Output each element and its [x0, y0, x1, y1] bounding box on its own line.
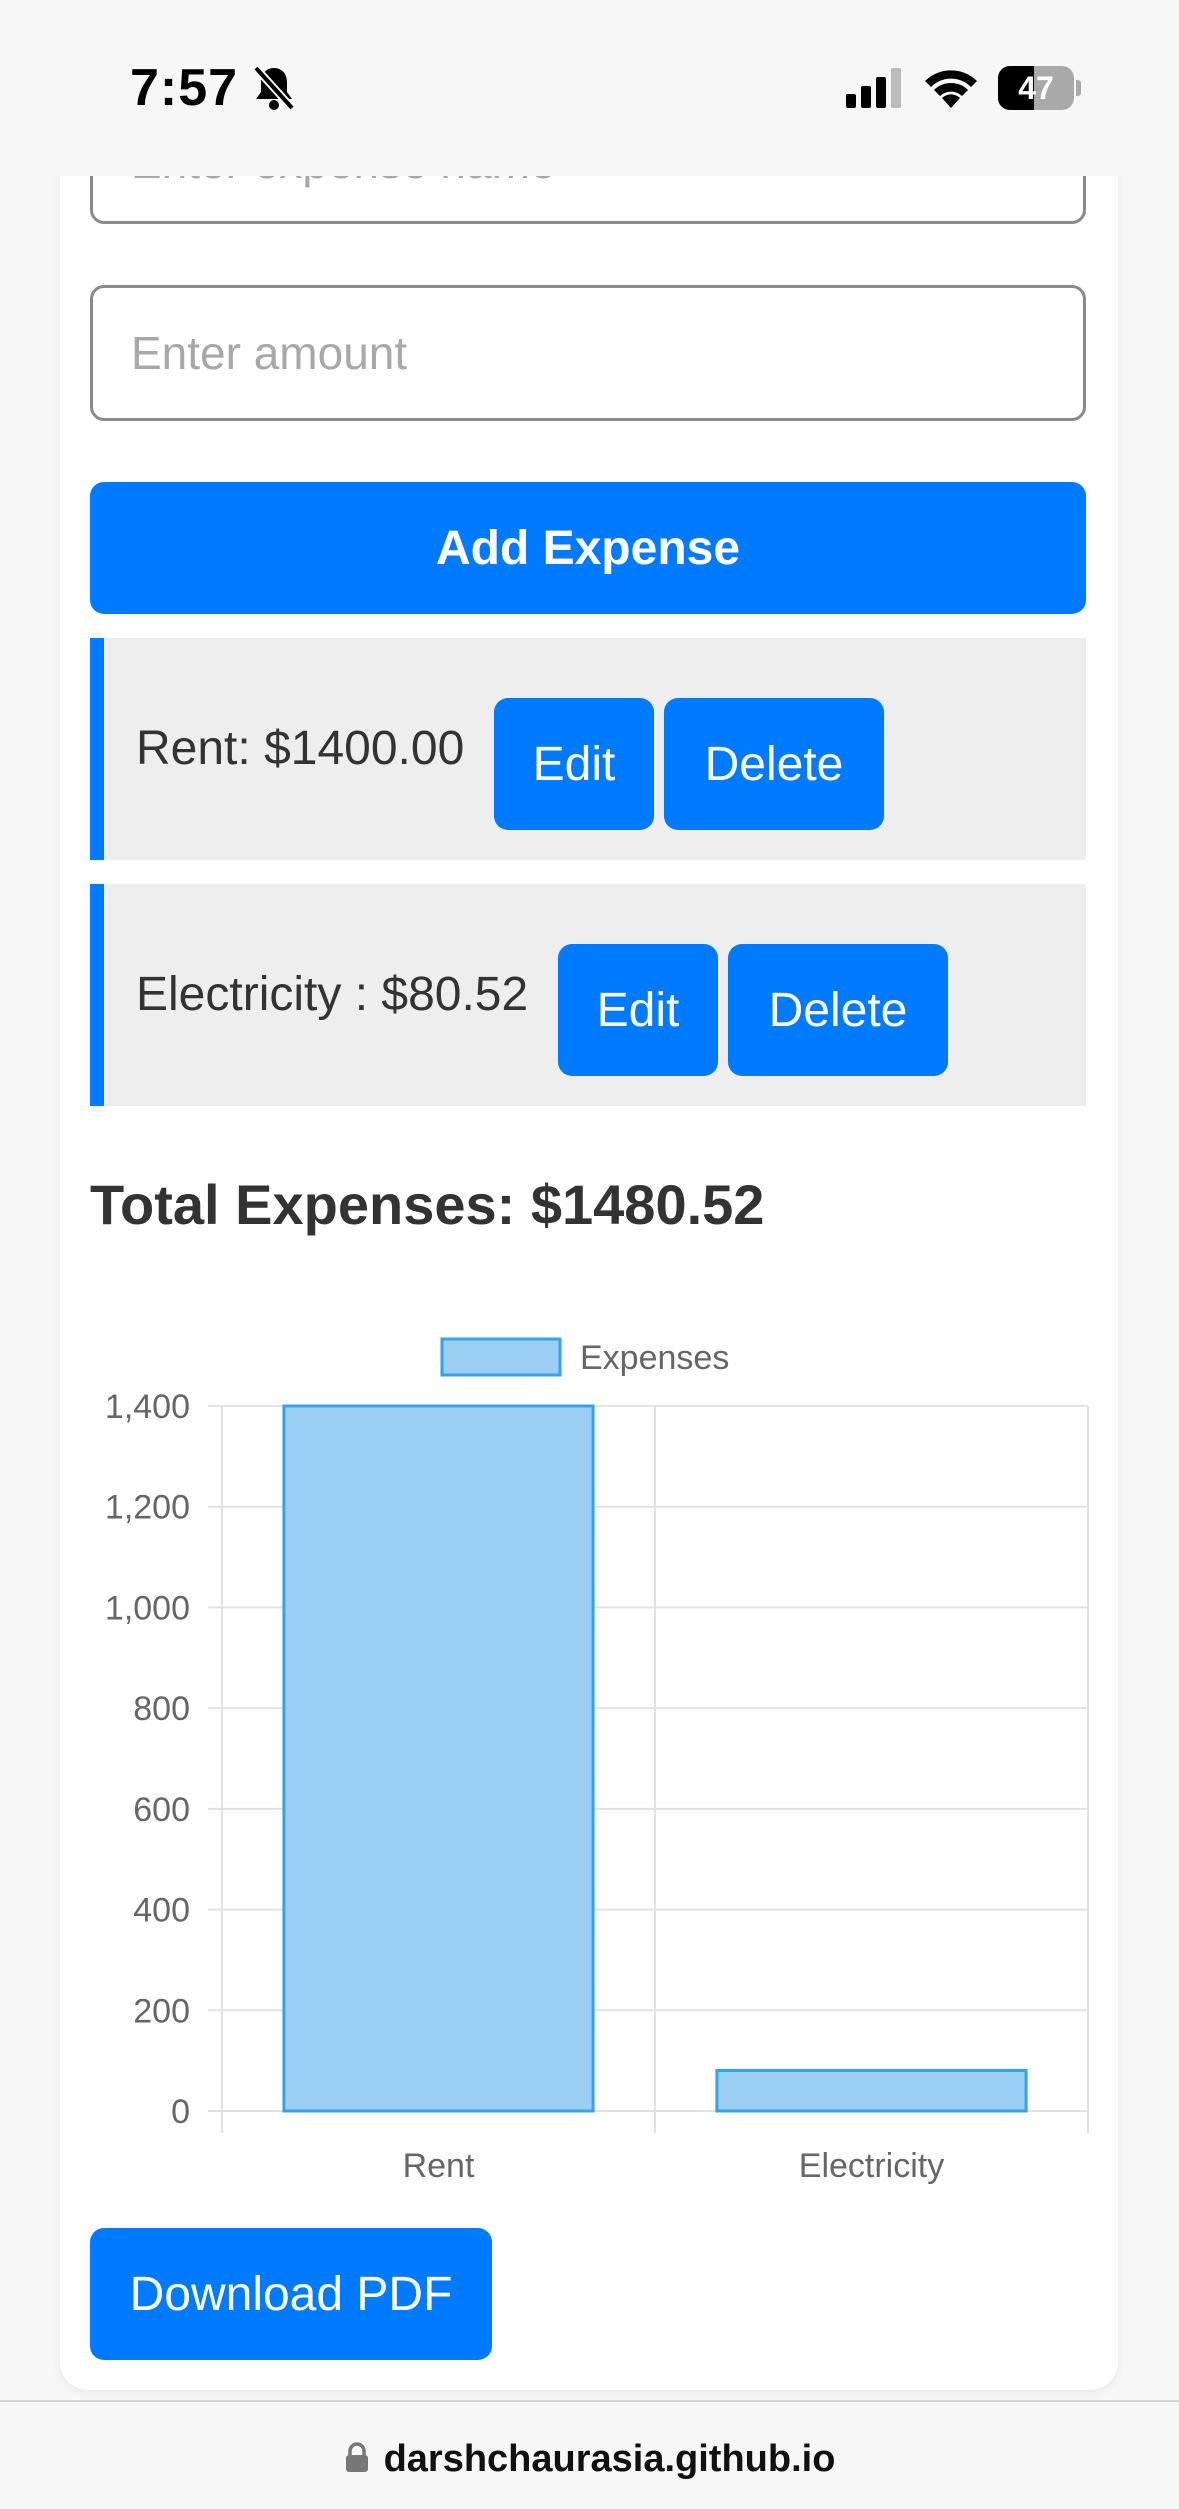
download-pdf-button[interactable]: Download PDF — [90, 2228, 492, 2360]
legend-label: Expenses — [580, 1339, 729, 1377]
lock-icon — [345, 2442, 368, 2472]
y-tick-label: 400 — [133, 1892, 190, 1930]
battery-icon: 47 — [998, 66, 1082, 110]
address-bar[interactable]: darshchaurasia.github.io — [0, 2400, 1179, 2509]
y-tick-label: 0 — [171, 2093, 190, 2131]
y-tick-label: 600 — [133, 1791, 190, 1829]
x-tick-label: Rent — [403, 2147, 475, 2185]
y-tick-label: 1,400 — [105, 1388, 190, 1426]
y-tick-label: 200 — [133, 1992, 190, 2030]
y-tick-label: 1,200 — [105, 1489, 190, 1527]
bar — [715, 2068, 1028, 2113]
url-text: darshchaurasia.github.io — [383, 2438, 836, 2480]
y-tick-label: 800 — [133, 1690, 190, 1728]
status-time: 7:57 — [130, 59, 239, 117]
wifi-icon — [925, 70, 977, 108]
battery-level: 47 — [1018, 70, 1054, 106]
bar — [282, 1404, 595, 2113]
cellular-signal-icon — [846, 68, 901, 108]
y-tick-label: 1,000 — [105, 1589, 190, 1627]
legend-swatch — [440, 1337, 562, 1377]
bell-slash-icon — [253, 65, 295, 111]
x-tick-label: Electricity — [799, 2147, 944, 2185]
status-bar: 7:57 47 — [0, 0, 1179, 176]
expenses-bar-chart: 0 200 400 600 800 1,000 1,200 1,400 Rent Electric… — [105, 1337, 1089, 2185]
